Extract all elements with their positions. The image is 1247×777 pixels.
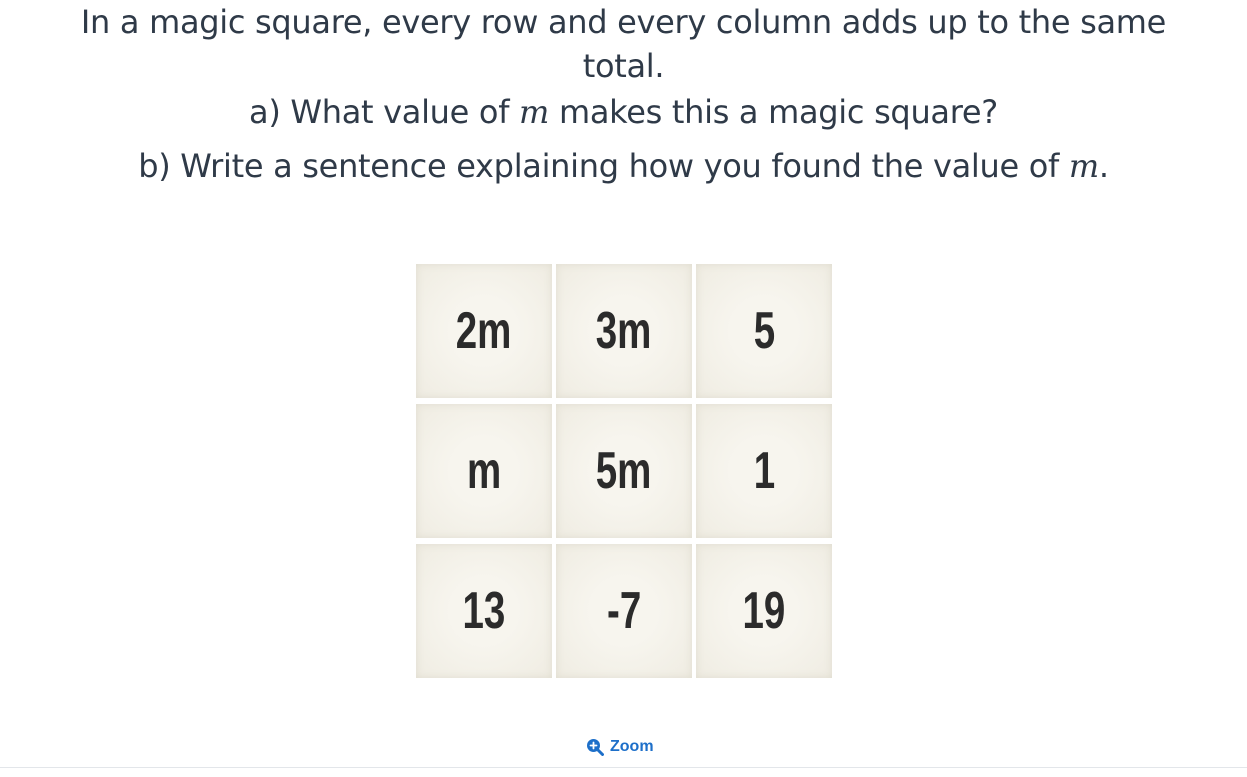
part-a-variable: m — [519, 93, 550, 131]
magic-square-cell: m — [416, 404, 552, 538]
magic-square-cell: 5 — [696, 264, 832, 398]
magic-square-cell: 2m — [416, 264, 552, 398]
cell-value: 5 — [753, 302, 775, 360]
cell-value: 19 — [742, 582, 786, 640]
cell-value: 3m — [596, 302, 652, 360]
bottom-divider — [0, 767, 1247, 768]
cell-value: 13 — [462, 582, 506, 640]
magic-square-cell: 13 — [416, 544, 552, 678]
magic-square-cell: 5m — [556, 404, 692, 538]
part-b-variable: m — [1068, 147, 1099, 185]
magic-square-grid: 2m 3m 5 m 5m 1 13 -7 19 — [416, 264, 832, 678]
question-part-a: a) What value of m makes this a magic sq… — [0, 90, 1247, 134]
magic-square-cell: 19 — [696, 544, 832, 678]
part-b-text-end: . — [1098, 147, 1109, 185]
zoom-label: Zoom — [610, 738, 654, 755]
zoom-in-icon — [587, 739, 604, 756]
magic-square-cell: -7 — [556, 544, 692, 678]
part-a-text-start: a) What value of — [249, 93, 520, 131]
cell-value: m — [466, 442, 502, 500]
magic-square-cell: 1 — [696, 404, 832, 538]
question-text: In a magic square, every row and every c… — [0, 0, 1247, 188]
part-b-text-start: b) Write a sentence explaining how you f… — [138, 147, 1069, 185]
question-part-b: b) Write a sentence explaining how you f… — [0, 144, 1247, 188]
part-a-text-end: makes this a magic square? — [549, 93, 998, 131]
magic-square-cell: 3m — [556, 264, 692, 398]
zoom-button[interactable]: Zoom — [586, 736, 654, 758]
question-intro: In a magic square, every row and every c… — [80, 3, 1167, 85]
cell-value: 1 — [753, 442, 775, 500]
cell-value: 5m — [596, 442, 652, 500]
cell-value: 2m — [456, 302, 512, 360]
cell-value: -7 — [606, 582, 642, 640]
